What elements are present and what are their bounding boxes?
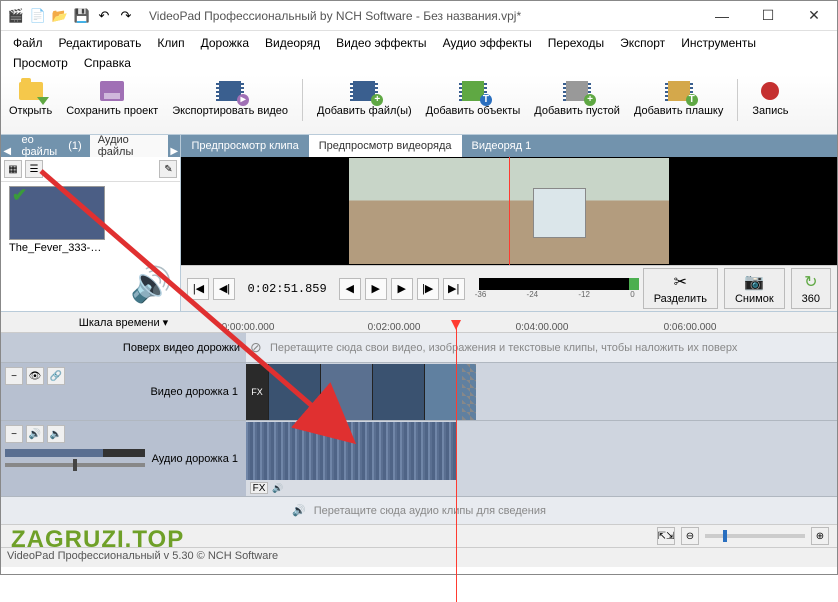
- go-start-button[interactable]: |◀: [187, 278, 209, 300]
- menu-track[interactable]: Дорожка: [193, 33, 257, 53]
- split-button[interactable]: ✂Разделить: [643, 268, 718, 309]
- atrack-solo-button[interactable]: 🔈: [47, 425, 65, 443]
- add-objects-button[interactable]: TДобавить объекты: [426, 79, 521, 117]
- view-list-button[interactable]: ☰: [25, 160, 43, 178]
- undo-icon[interactable]: ↶: [95, 7, 113, 25]
- snapshot-button[interactable]: 📷Снимок: [724, 268, 785, 309]
- prev-frame-button[interactable]: ◀: [339, 278, 361, 300]
- menu-tools[interactable]: Инструменты: [673, 33, 764, 53]
- crossfade-icon[interactable]: [462, 364, 476, 420]
- add-blank-button[interactable]: +Добавить пустой: [534, 79, 620, 117]
- close-button[interactable]: ✕: [791, 1, 837, 31]
- bin-tab-prev[interactable]: ◀: [1, 146, 14, 157]
- menu-transitions[interactable]: Переходы: [540, 33, 612, 53]
- step-fwd-button[interactable]: |▶: [417, 278, 439, 300]
- audio-clip[interactable]: FX 🔊: [246, 422, 456, 496]
- bin-tab-audio[interactable]: Аудио файлы: [90, 135, 168, 157]
- zoom-out-button[interactable]: ⊖: [681, 527, 699, 545]
- redo-icon[interactable]: ↷: [117, 7, 135, 25]
- view-thumb-button[interactable]: ▦: [4, 160, 22, 178]
- preview-viewport[interactable]: [181, 157, 837, 265]
- menu-edit[interactable]: Редактировать: [51, 33, 150, 53]
- watermark: ZAGRUZI.TOP: [11, 526, 184, 554]
- menu-audio-fx[interactable]: Аудио эффекты: [435, 33, 540, 53]
- preview-tab-clip[interactable]: Предпросмотр клипа: [181, 135, 308, 157]
- bin-item[interactable]: The_Fever_333-W...: [9, 186, 105, 254]
- export-video-button[interactable]: ▸Экспортировать видео: [172, 79, 288, 117]
- atrack-collapse-button[interactable]: −: [5, 425, 23, 443]
- track-visibility-button[interactable]: 👁: [26, 367, 44, 385]
- open-qat-icon[interactable]: 📂: [51, 7, 69, 25]
- track-link-button[interactable]: 🔗: [47, 367, 65, 385]
- window-title: VideoPad Профессиональный by NCH Softwar…: [141, 9, 699, 23]
- preview-tab-seq1[interactable]: Видеоряд 1: [462, 135, 542, 157]
- menubar: Файл Редактировать Клип Дорожка Видеоряд…: [1, 31, 837, 75]
- go-end-button[interactable]: ▶|: [443, 278, 465, 300]
- audio-track-header: − 🔊 🔈 Аудио дорожка 1: [1, 421, 246, 496]
- video-track-body[interactable]: FX: [246, 363, 837, 420]
- audio-fx-handle[interactable]: FX: [250, 482, 268, 494]
- open-button[interactable]: Открыть: [9, 79, 52, 117]
- menu-sequence[interactable]: Видеоряд: [257, 33, 328, 53]
- timeline-playhead[interactable]: [456, 322, 457, 602]
- audio-meter: [479, 278, 639, 290]
- timeline-scale-label[interactable]: Шкала времени ▾: [1, 316, 246, 329]
- save-project-button[interactable]: Сохранить проект: [66, 79, 158, 117]
- mix-speaker-icon: 🔊: [292, 504, 306, 517]
- waveform: [246, 422, 456, 480]
- audio-waveform-icon: [9, 186, 105, 240]
- bin-tab-video[interactable]: ео файлы (1): [14, 135, 90, 157]
- menu-export[interactable]: Экспорт: [612, 33, 673, 53]
- step-back-button[interactable]: ◀|: [213, 278, 235, 300]
- refresh-icon: ↻: [804, 272, 817, 292]
- edit-clip-button[interactable]: ✎: [159, 160, 177, 178]
- track-collapse-button[interactable]: −: [5, 367, 23, 385]
- video-fx-handle[interactable]: FX: [246, 364, 268, 420]
- overlay-track-body[interactable]: Перетащите сюда свои видео, изображения …: [246, 333, 837, 362]
- video-clip[interactable]: FX: [246, 364, 476, 420]
- video-track-header: − 👁 🔗 Видео дорожка 1: [1, 363, 246, 420]
- speaker-icon: 🔊: [130, 265, 172, 305]
- preview-playhead: [509, 157, 510, 265]
- app-icon: 🎬: [7, 7, 25, 25]
- atrack-mute-button[interactable]: 🔊: [26, 425, 44, 443]
- new-icon[interactable]: 📄: [29, 7, 47, 25]
- play-button[interactable]: ▶: [365, 278, 387, 300]
- preview-tab-sequence[interactable]: Предпросмотр видеоряда: [309, 135, 462, 157]
- add-files-button[interactable]: +Добавить файл(ы): [317, 79, 412, 117]
- timecode: 0:02:51.859: [239, 282, 334, 296]
- menu-view[interactable]: Просмотр: [5, 53, 76, 73]
- clip-speaker-icon: 🔊: [272, 483, 283, 494]
- maximize-button[interactable]: ☐: [745, 1, 791, 31]
- bin-area[interactable]: The_Fever_333-W... 🔊: [1, 182, 180, 311]
- record-button[interactable]: Запись: [752, 79, 788, 117]
- audio-mix-track[interactable]: 🔊 Перетащите сюда аудио клипы для сведен…: [1, 497, 837, 525]
- view-360-button[interactable]: ↻360: [791, 268, 831, 309]
- zoom-in-button[interactable]: ⊕: [811, 527, 829, 545]
- next-frame-button[interactable]: ▶: [391, 278, 413, 300]
- camera-icon: 📷: [744, 272, 764, 292]
- scissors-icon: ✂: [674, 272, 687, 292]
- add-title-button[interactable]: TДобавить плашку: [634, 79, 723, 117]
- menu-help[interactable]: Справка: [76, 53, 139, 73]
- bin-tab-next[interactable]: ▶: [168, 146, 181, 157]
- overlay-track-header: Поверх видео дорожки: [1, 333, 246, 362]
- audio-track-body[interactable]: FX 🔊: [246, 421, 837, 496]
- save-qat-icon[interactable]: 💾: [73, 7, 91, 25]
- toolbar: Открыть Сохранить проект ▸Экспортировать…: [1, 75, 837, 135]
- zoom-fit-button[interactable]: ⇱⇲: [657, 527, 675, 545]
- zoom-slider[interactable]: [705, 534, 805, 538]
- titlebar: 🎬 📄 📂 💾 ↶ ↷ VideoPad Профессиональный by…: [1, 1, 837, 31]
- menu-file[interactable]: Файл: [5, 33, 51, 53]
- menu-clip[interactable]: Клип: [149, 33, 192, 53]
- minimize-button[interactable]: —: [699, 1, 745, 31]
- menu-video-fx[interactable]: Видео эффекты: [328, 33, 434, 53]
- bin-item-label: The_Fever_333-W...: [9, 240, 105, 254]
